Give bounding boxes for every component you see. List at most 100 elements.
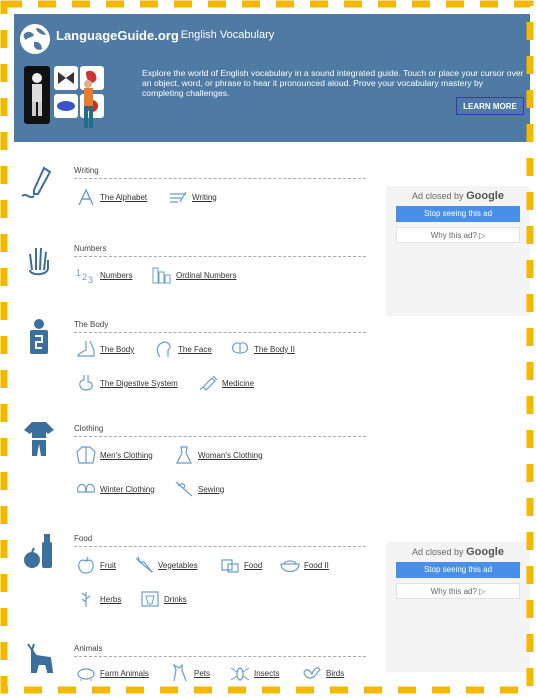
category-list: Writing The Alphabet Writing Numbers 123…: [14, 148, 530, 696]
pig-icon: [77, 668, 95, 681]
link-medicine[interactable]: Medicine: [198, 374, 254, 392]
ad-closed-label: Ad closed by: [412, 191, 464, 201]
link-label[interactable]: The Alphabet: [100, 193, 147, 202]
pen-writing-icon: [21, 166, 52, 199]
body-torso-icon: [30, 319, 48, 354]
pencil-icon: [170, 191, 187, 203]
foot-icon: [77, 340, 95, 357]
google-brand: Google: [466, 546, 504, 558]
carrot-icon: [135, 556, 153, 573]
link-winter-clothing[interactable]: Winter Clothing: [76, 480, 155, 498]
link-label[interactable]: Herbs: [100, 595, 121, 604]
link-the-body-ii[interactable]: The Body II: [230, 340, 295, 358]
header-banner: LanguageGuide.org · English Vocabulary E…: [14, 14, 530, 142]
section-food: Food Fruit Vegetables Food Food II Herbs…: [14, 530, 374, 630]
intro-description: Explore the world of English vocabulary …: [142, 68, 524, 98]
link-food[interactable]: Food: [220, 556, 262, 574]
bowl-icon: [280, 560, 300, 573]
link-ordinal-numbers[interactable]: Ordinal Numbers: [152, 266, 236, 284]
section-writing: Writing The Alphabet Writing: [14, 156, 374, 226]
link-food-ii[interactable]: Food II: [280, 556, 329, 574]
link-writing[interactable]: Writing: [168, 188, 217, 206]
deer-icon: [27, 643, 54, 673]
site-name[interactable]: LanguageGuide.org: [56, 28, 179, 43]
link-birds[interactable]: Birds: [302, 664, 344, 682]
link-the-digestive-system[interactable]: The Digestive System: [76, 374, 178, 392]
section-title: Clothing: [74, 424, 104, 433]
link-the-body[interactable]: The Body: [76, 340, 134, 358]
link-label[interactable]: The Digestive System: [100, 379, 178, 388]
clothing-icon: [24, 422, 54, 456]
link-the-alphabet[interactable]: The Alphabet: [76, 188, 147, 206]
globe-logo-icon: [20, 24, 50, 54]
numbers-icon: 123: [76, 268, 93, 284]
cat-icon: [172, 664, 187, 682]
herb-icon: [81, 592, 91, 607]
link-label[interactable]: Numbers: [100, 271, 132, 280]
link-numbers[interactable]: 123 Numbers: [76, 266, 132, 284]
face-icon: [156, 341, 171, 358]
link-label[interactable]: Food: [244, 561, 262, 570]
google-brand: Google: [466, 190, 504, 202]
link-label[interactable]: Drinks: [164, 595, 187, 604]
link-farm-animals[interactable]: Farm Animals: [76, 664, 149, 682]
link-label[interactable]: Woman's Clothing: [198, 451, 263, 460]
syringe-icon: [199, 375, 218, 391]
link-label[interactable]: Men's Clothing: [100, 451, 153, 460]
why-this-ad-button[interactable]: Why this ad? ▷: [396, 583, 520, 599]
link-label[interactable]: The Body II: [254, 345, 295, 354]
cheese-icon: [221, 559, 239, 573]
link-label[interactable]: Fruit: [100, 561, 116, 570]
link-label[interactable]: Birds: [326, 669, 344, 678]
ad-placeholder-2: Ad closed by Google Stop seeing this ad …: [386, 542, 530, 672]
link-fruit[interactable]: Fruit: [76, 556, 116, 574]
link-the-face[interactable]: The Face: [154, 340, 212, 358]
section-clothing: Clothing Men's Clothing Woman's Clothing…: [14, 420, 374, 520]
hand-counting-icon: [29, 247, 49, 276]
link-label[interactable]: Writing: [192, 193, 217, 202]
link-label[interactable]: Winter Clothing: [100, 485, 155, 494]
needle-icon: [175, 481, 193, 497]
stop-seeing-ad-button[interactable]: Stop seeing this ad: [396, 562, 520, 578]
link-label[interactable]: Vegetables: [158, 561, 198, 570]
link-womans-clothing[interactable]: Woman's Clothing: [174, 446, 263, 464]
link-label[interactable]: The Body: [100, 345, 134, 354]
section-the-body: The Body The Body The Face The Body II T…: [14, 310, 374, 410]
section-divider: [74, 332, 366, 333]
brain-icon: [232, 342, 248, 354]
link-label[interactable]: Sewing: [198, 485, 224, 494]
section-divider: [74, 656, 366, 657]
svg-text:2: 2: [82, 272, 87, 282]
section-title: Writing: [74, 166, 99, 175]
bird-icon: [303, 667, 321, 679]
link-sewing[interactable]: Sewing: [174, 480, 224, 498]
letter-a-icon: [78, 188, 94, 206]
why-this-ad-button[interactable]: Why this ad? ▷: [396, 227, 520, 243]
link-vegetables[interactable]: Vegetables: [134, 556, 198, 574]
section-title: Animals: [74, 644, 103, 653]
section-animals: Animals Farm Animals Pets Insects Birds: [14, 640, 374, 696]
link-label[interactable]: The Face: [178, 345, 212, 354]
link-label[interactable]: Ordinal Numbers: [176, 271, 236, 280]
link-drinks[interactable]: Drinks: [140, 590, 187, 608]
link-herbs[interactable]: Herbs: [76, 590, 121, 608]
link-mens-clothing[interactable]: Men's Clothing: [76, 446, 153, 464]
stop-seeing-ad-button[interactable]: Stop seeing this ad: [396, 206, 520, 222]
section-divider: [74, 546, 366, 547]
stomach-icon: [79, 375, 93, 391]
section-title: Numbers: [74, 244, 107, 253]
link-label[interactable]: Medicine: [222, 379, 254, 388]
link-label[interactable]: Pets: [194, 669, 210, 678]
ad-closed-text: Ad closed by Google: [386, 190, 530, 202]
insect-icon: [230, 667, 250, 681]
dress-icon: [176, 446, 192, 464]
food-icon: [24, 534, 52, 568]
link-pets[interactable]: Pets: [170, 664, 210, 682]
link-label[interactable]: Food II: [304, 561, 329, 570]
section-numbers: Numbers 123 Numbers Ordinal Numbers: [14, 234, 374, 304]
link-label[interactable]: Insects: [254, 669, 279, 678]
learn-more-button[interactable]: LEARN MORE: [456, 97, 524, 115]
ad-placeholder-1: Ad closed by Google Stop seeing this ad …: [386, 186, 530, 316]
link-insects[interactable]: Insects: [230, 664, 279, 682]
link-label[interactable]: Farm Animals: [100, 669, 149, 678]
